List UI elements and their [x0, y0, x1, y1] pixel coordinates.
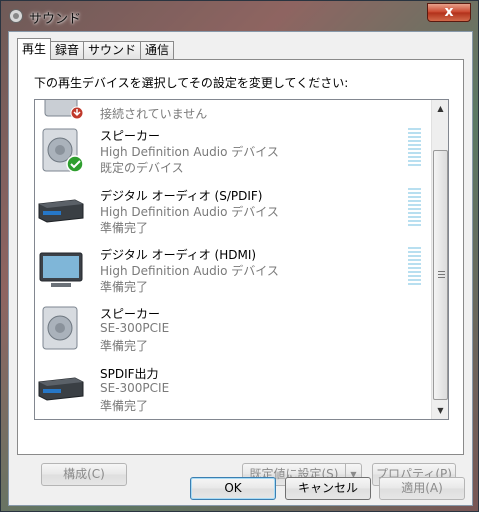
speaker-app-icon	[9, 9, 23, 23]
tab-strip: 再生 録音 サウンド 通信	[17, 38, 175, 60]
device-description: SE-300PCIE	[100, 381, 170, 395]
playback-tab-panel: 下の再生デバイスを選択してその設定を変更してください: 接続されていません スピ…	[17, 59, 464, 486]
grip-icon	[438, 271, 445, 278]
tab-playback[interactable]: 再生	[17, 38, 52, 60]
digital-receiver-icon	[38, 199, 84, 223]
window-title: サウンド	[29, 12, 82, 27]
device-description: High Definition Audio デバイス	[100, 145, 279, 159]
device-list-viewport: 接続されていません スピーカー High Definition Audio デバ…	[35, 100, 432, 419]
tab-communications[interactable]: 通信	[140, 41, 175, 60]
device-name: デジタル オーディオ (S/PDIF)	[100, 189, 263, 203]
scroll-up-arrow-icon[interactable]: ▲	[432, 100, 448, 117]
close-button[interactable]: x	[427, 3, 471, 22]
cancel-button[interactable]: キャンセル	[285, 477, 371, 500]
volume-meter	[408, 188, 421, 228]
digital-receiver-icon	[38, 377, 84, 401]
list-item[interactable]: SPDIF出力 SE-300PCIE 準備完了	[35, 358, 432, 416]
configure-button[interactable]: 構成(C)	[41, 463, 127, 486]
device-name: スピーカー	[100, 307, 161, 321]
device-description: High Definition Audio デバイス	[100, 205, 279, 219]
monitor-icon	[39, 252, 83, 287]
sound-dialog-window: サウンド x 再生 録音 サウンド 通信 下の再生デバイスを選択してその設定を変…	[0, 0, 479, 512]
instruction-text: 下の再生デバイスを選択してその設定を変更してください:	[34, 76, 349, 90]
device-status: 準備完了	[100, 399, 149, 413]
device-status: 準備完了	[100, 280, 149, 294]
apply-button[interactable]: 適用(A)	[379, 477, 465, 500]
scrollbar-thumb[interactable]	[433, 150, 448, 400]
title-bar[interactable]: サウンド x	[2, 2, 477, 30]
device-name: デジタル オーディオ (HDMI)	[100, 248, 257, 262]
device-description: High Definition Audio デバイス	[100, 264, 279, 278]
list-item[interactable]: デジタル オーディオ (S/PDIF) High Definition Audi…	[35, 180, 432, 238]
speaker-disconnected-icon	[44, 100, 84, 120]
speaker-icon	[42, 128, 84, 173]
volume-meter	[408, 128, 421, 168]
speaker-icon	[42, 306, 78, 350]
device-status: 既定のデバイス	[100, 161, 184, 175]
vertical-scrollbar[interactable]: ▲ ▼	[431, 100, 448, 419]
volume-meter	[408, 247, 421, 287]
tab-sounds[interactable]: サウンド	[83, 41, 142, 60]
dialog-client-area: 再生 録音 サウンド 通信 下の再生デバイスを選択してその設定を変更してください…	[8, 31, 473, 506]
device-status: 準備完了	[100, 221, 149, 235]
list-item[interactable]: スピーカー High Definition Audio デバイス 既定のデバイス	[35, 120, 432, 178]
device-list[interactable]: 接続されていません スピーカー High Definition Audio デバ…	[34, 99, 449, 420]
device-name: スピーカー	[100, 129, 161, 143]
tab-recording[interactable]: 録音	[50, 41, 85, 60]
device-name: SPDIF出力	[100, 367, 159, 381]
device-description: SE-300PCIE	[100, 321, 170, 335]
list-item[interactable]: デジタル オーディオ (HDMI) High Definition Audio …	[35, 239, 432, 297]
device-status: 準備完了	[100, 339, 149, 353]
scroll-down-arrow-icon[interactable]: ▼	[432, 402, 448, 419]
ok-button[interactable]: OK	[190, 477, 276, 500]
list-item[interactable]: スピーカー SE-300PCIE 準備完了	[35, 298, 432, 356]
